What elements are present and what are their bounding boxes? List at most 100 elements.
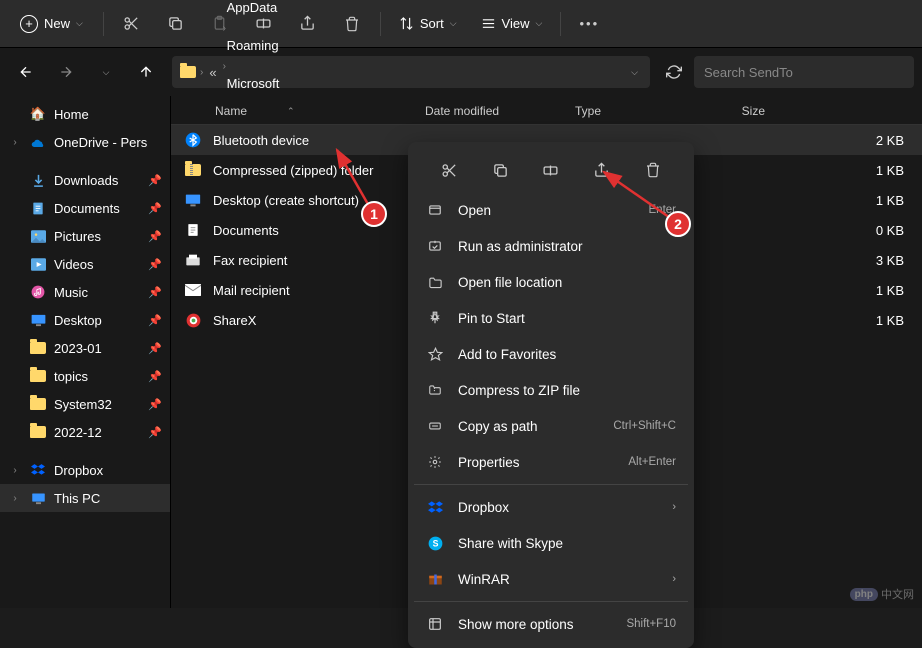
column-size[interactable]: Size [685,104,765,118]
folder-icon [30,340,46,356]
copy-icon[interactable] [484,154,516,186]
context-open-file-location[interactable]: Open file location [414,264,688,300]
context-item-label: Share with Skype [458,536,676,551]
column-name[interactable]: Name⌃ [215,104,425,118]
context-item-label: Show more options [458,617,612,632]
context-copy-as-path[interactable]: Copy as pathCtrl+Shift+C [414,408,688,444]
context-show-more[interactable]: Show more options Shift+F10 [414,606,688,642]
props-icon [426,453,444,471]
context-add-to-favorites[interactable]: Add to Favorites [414,336,688,372]
back-button[interactable] [8,54,44,90]
column-type[interactable]: Type [575,104,685,118]
watermark: php 中文网 [850,586,914,602]
delete-icon[interactable] [637,154,669,186]
sharex-icon [183,310,203,330]
view-button[interactable]: View ⌵ [471,10,553,37]
sidebar-item-pictures[interactable]: Pictures📌 [0,222,170,250]
file-name: ShareX [213,313,423,328]
file-size: 1 KB [876,283,904,298]
new-button[interactable]: + New ⌵ [8,9,95,39]
sidebar-item-2023-01[interactable]: 2023-01📌 [0,334,170,362]
file-name: Mail recipient [213,283,423,298]
share-icon[interactable] [288,6,328,42]
share-icon[interactable] [586,154,618,186]
pin-icon: 📌 [148,202,162,215]
chevron-right-icon: › [223,23,226,34]
recent-button[interactable]: ⌵ [88,54,124,90]
column-date[interactable]: Date modified [425,104,575,118]
copy-icon[interactable] [156,6,196,42]
sidebar-item-2022-12[interactable]: 2022-12📌 [0,418,170,446]
plus-icon: + [20,15,38,33]
separator [414,484,688,485]
file-size: 1 KB [876,313,904,328]
sidebar-item-music[interactable]: Music📌 [0,278,170,306]
pin-icon: 📌 [148,174,162,187]
refresh-button[interactable] [658,56,690,88]
sort-indicator-icon: ⌃ [287,106,295,117]
sidebar-item-label: Desktop [54,313,102,328]
cut-icon[interactable] [433,154,465,186]
doc-icon [183,220,203,240]
context-open[interactable]: OpenEnter [414,192,688,228]
sidebar-item-dropbox[interactable]: › Dropbox [0,456,170,484]
sort-label: Sort [420,16,444,31]
toolbar: + New ⌵ Sort ⌵ View ⌵ ••• [0,0,922,48]
sidebar-item-desktop[interactable]: Desktop📌 [0,306,170,334]
sidebar-item-documents[interactable]: Documents 📌 [0,194,170,222]
breadcrumb-item[interactable]: Microsoft [223,72,284,95]
breadcrumb-item[interactable]: AppData [223,0,284,19]
sort-button[interactable]: Sort ⌵ [389,10,467,37]
context-share-with-skype[interactable]: SShare with Skype [414,525,688,561]
winrar-icon [426,570,444,588]
context-run-as-administrator[interactable]: Run as administrator [414,228,688,264]
chevron-down-icon: ⌵ [535,18,542,29]
context-compress-to-zip-file[interactable]: Compress to ZIP file [414,372,688,408]
forward-button[interactable] [48,54,84,90]
desktop-icon [183,190,203,210]
sidebar-item-label: topics [54,369,88,384]
pin-icon: 📌 [148,398,162,411]
more-icon [426,615,444,633]
video-icon [30,256,46,272]
sidebar-item-label: 2023-01 [54,341,102,356]
download-icon [30,172,46,188]
breadcrumb-item[interactable]: Roaming [223,34,284,57]
context-menu: OpenEnterRun as administratorOpen file l… [408,142,694,648]
mail-icon [183,280,203,300]
cut-icon[interactable] [112,6,152,42]
more-icon[interactable]: ••• [569,6,609,42]
chevron-down-icon[interactable]: ⌵ [627,63,642,82]
delete-icon[interactable] [332,6,372,42]
pin-icon: 📌 [148,258,162,271]
up-button[interactable] [128,54,164,90]
overflow-icon[interactable]: « [207,65,218,80]
sidebar-item-system32[interactable]: System32📌 [0,390,170,418]
rename-icon[interactable] [535,154,567,186]
sidebar-item-downloads[interactable]: Downloads📌 [0,166,170,194]
sidebar-item-topics[interactable]: topics📌 [0,362,170,390]
search-input[interactable]: Search SendTo [694,56,914,88]
sidebar-item-videos[interactable]: Videos📌 [0,250,170,278]
address-bar[interactable]: › « HP›AppData›Roaming›Microsoft›Windows… [172,56,650,88]
sidebar-item-thispc[interactable]: › This PC [0,484,170,512]
annotation-badge: 1 [361,201,387,227]
sidebar-item-home[interactable]: 🏠 Home [0,100,170,128]
sidebar-item-label: Dropbox [54,463,103,478]
context-pin-to-start[interactable]: Pin to Start [414,300,688,336]
navbar: ⌵ › « HP›AppData›Roaming›Microsoft›Windo… [0,48,922,96]
sidebar-item-label: Documents [54,201,120,216]
home-icon: 🏠 [30,106,46,122]
context-winrar[interactable]: WinRAR› [414,561,688,597]
pc-icon [30,490,46,506]
dropbox-icon [426,498,444,516]
separator [414,601,688,602]
context-item-label: Open [458,203,635,218]
sidebar-item-onedrive[interactable]: › OneDrive - Pers [0,128,170,156]
context-dropbox[interactable]: Dropbox› [414,489,688,525]
search-placeholder: Search SendTo [704,65,793,80]
file-size: 0 KB [876,223,904,238]
context-properties[interactable]: PropertiesAlt+Enter [414,444,688,480]
dropbox-icon [30,462,46,478]
doc-icon [30,200,46,216]
